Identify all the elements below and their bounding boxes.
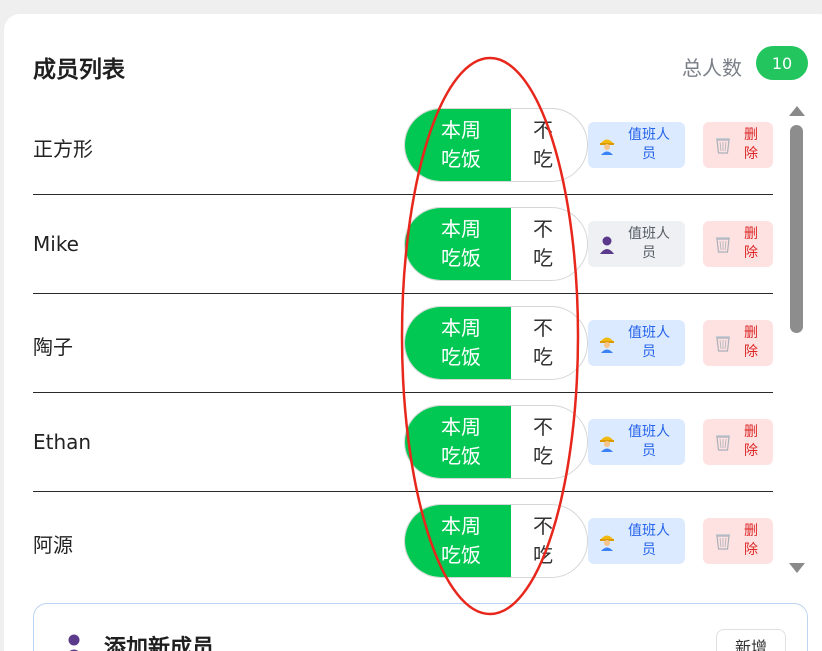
duty-button[interactable]: 值班人 员 <box>588 221 685 267</box>
meal-toggle-skip[interactable]: 不 吃 <box>511 109 587 181</box>
duty-label: 值班人 员 <box>628 226 670 261</box>
meal-toggle-skip[interactable]: 不 吃 <box>511 406 587 478</box>
meal-toggle-eat[interactable]: 本周 吃饭 <box>405 109 511 181</box>
member-list[interactable]: 正方形 本周 吃饭 不 吃 值班人 员 删 除 Mike 本周 吃饭 不 吃 值… <box>33 96 773 590</box>
delete-button[interactable]: 删 除 <box>703 419 773 465</box>
scroll-up-arrow[interactable] <box>789 106 805 116</box>
wastebasket-icon <box>716 435 730 451</box>
member-name: 陶子 <box>33 335 73 359</box>
delete-label: 删 除 <box>744 127 758 162</box>
delete-label: 删 除 <box>744 325 758 360</box>
meal-toggle[interactable]: 本周 吃饭 不 吃 <box>404 405 588 479</box>
meal-toggle-eat[interactable]: 本周 吃饭 <box>405 406 511 478</box>
add-member-card: 添加新成员 新增 <box>33 603 808 651</box>
member-row: Mike 本周 吃饭 不 吃 值班人 员 删 除 <box>33 195 773 294</box>
delete-label: 删 除 <box>744 523 758 558</box>
delete-button[interactable]: 删 除 <box>703 122 773 168</box>
wastebasket-icon <box>716 138 730 154</box>
meal-toggle[interactable]: 本周 吃饭 不 吃 <box>404 108 588 182</box>
member-name: Mike <box>33 232 79 256</box>
add-member-button[interactable]: 新增 <box>716 629 786 651</box>
duty-label: 值班人 员 <box>628 325 670 360</box>
meal-toggle-eat[interactable]: 本周 吃饭 <box>405 505 511 577</box>
person-silhouette-icon <box>600 236 614 254</box>
meal-toggle-skip[interactable]: 不 吃 <box>511 505 587 577</box>
page-title: 成员列表 <box>33 57 125 83</box>
total-count-badge: 10 <box>756 46 808 80</box>
duty-label: 值班人 员 <box>628 424 670 459</box>
construction-worker-icon <box>600 337 614 353</box>
meal-toggle-skip[interactable]: 不 吃 <box>511 208 587 280</box>
construction-worker-icon <box>600 535 614 551</box>
delete-button[interactable]: 删 除 <box>703 221 773 267</box>
scroll-down-arrow[interactable] <box>789 563 805 573</box>
meal-toggle-eat[interactable]: 本周 吃饭 <box>405 208 511 280</box>
duty-button[interactable]: 值班人 员 <box>588 419 685 465</box>
delete-label: 删 除 <box>744 226 758 261</box>
construction-worker-icon <box>600 139 614 155</box>
duty-button[interactable]: 值班人 员 <box>588 122 685 168</box>
duty-button[interactable]: 值班人 员 <box>588 320 685 366</box>
member-row: 正方形 本周 吃饭 不 吃 值班人 员 删 除 <box>33 96 773 195</box>
duty-button[interactable]: 值班人 员 <box>588 518 685 564</box>
meal-toggle[interactable]: 本周 吃饭 不 吃 <box>404 306 588 380</box>
wastebasket-icon <box>716 336 730 352</box>
add-member-title: 添加新成员 <box>104 636 215 651</box>
delete-label: 删 除 <box>744 424 758 459</box>
wastebasket-icon <box>716 534 730 550</box>
member-name: Ethan <box>33 430 92 454</box>
member-row: Ethan 本周 吃饭 不 吃 值班人 员 删 除 <box>33 393 773 492</box>
member-row: 阿源 本周 吃饭 不 吃 值班人 员 删 除 <box>33 492 773 590</box>
member-row: 陶子 本周 吃饭 不 吃 值班人 员 删 除 <box>33 294 773 393</box>
meal-toggle[interactable]: 本周 吃饭 不 吃 <box>404 207 588 281</box>
meal-toggle[interactable]: 本周 吃饭 不 吃 <box>404 504 588 578</box>
wastebasket-icon <box>716 237 730 253</box>
member-name: 阿源 <box>33 533 73 557</box>
member-name: 正方形 <box>33 137 93 161</box>
meal-toggle-eat[interactable]: 本周 吃饭 <box>405 307 511 379</box>
scrollbar-thumb[interactable] <box>790 125 803 333</box>
construction-worker-icon <box>600 436 614 452</box>
total-count-label: 总人数 <box>682 56 742 80</box>
duty-label: 值班人 员 <box>628 127 670 162</box>
duty-label: 值班人 员 <box>628 523 670 558</box>
delete-button[interactable]: 删 除 <box>703 320 773 366</box>
meal-toggle-skip[interactable]: 不 吃 <box>511 307 587 379</box>
person-silhouette-icon <box>68 634 80 651</box>
delete-button[interactable]: 删 除 <box>703 518 773 564</box>
